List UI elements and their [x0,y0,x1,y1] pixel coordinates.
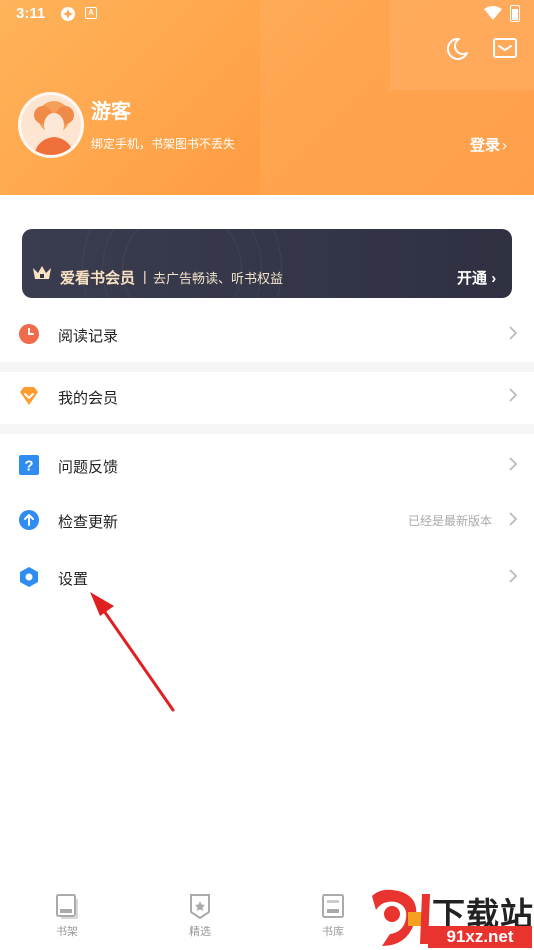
menu-item-label: 问题反馈 [58,459,119,476]
chevron-right-icon [509,388,518,402]
svg-text:?: ? [24,458,33,475]
menu-item-my-membership[interactable]: 我的会员 [0,372,534,422]
menu-item-label: 我的会员 [58,390,119,407]
menu-item-label: 设置 [58,571,89,588]
bookshelf-icon [56,894,78,919]
menu-item-feedback[interactable]: ? 问题反馈 [0,441,534,491]
chevron-right-icon [509,457,518,471]
vip-open-button[interactable]: 开通 › [457,267,496,288]
battery-icon [510,5,520,22]
profile-header [0,0,534,195]
menu-item-reading-history[interactable]: 阅读记录 [0,310,534,360]
app-badge-icon: A [85,7,97,19]
chevron-right-icon: › [491,270,497,287]
clock-icon [19,324,39,344]
menu-item-check-update[interactable]: 检查更新 已经是最新版本 [0,496,534,546]
login-label: 登录 [470,137,501,154]
tab-featured[interactable]: 精选 [165,892,235,950]
crown-icon [33,266,51,279]
vip-banner[interactable]: 爱看书会员 | 去广告畅读、听书权益 开通 › [22,229,512,298]
username: 游客 [91,101,131,123]
wifi-icon [484,6,502,20]
vip-separator: | [143,268,147,284]
vip-description: 去广告畅读、听书权益 [153,271,284,286]
chevron-right-icon [509,326,518,340]
status-bar: 3:11 A [0,0,534,28]
notification-icon [61,7,75,21]
avatar[interactable] [18,92,84,158]
chevron-right-icon [509,569,518,583]
settings-hexagon-icon [20,567,38,587]
tab-label: 书架 [56,926,78,938]
diamond-icon [20,387,38,405]
status-time: 3:11 [16,5,46,22]
tab-label: 书库 [322,926,344,938]
upload-icon [19,510,39,530]
menu-item-label: 阅读记录 [58,328,119,345]
chevron-right-icon: › [502,137,508,154]
mail-icon[interactable] [492,37,518,59]
banner-decoration [122,229,242,298]
tab-label: 精选 [189,926,211,938]
divider [0,424,534,434]
vip-open-label: 开通 [457,270,488,287]
bind-phone-hint[interactable]: 绑定手机，书架图书不丢失 [91,135,235,152]
watermark-url: 91xz.net [428,926,532,948]
menu-item-settings[interactable]: 设置 [0,553,534,603]
featured-icon [190,894,210,920]
library-icon [322,894,344,918]
question-icon: ? [19,455,39,475]
chevron-right-icon [509,512,518,526]
moon-icon[interactable] [444,36,470,62]
tab-bookshelf[interactable]: 书架 [32,892,102,950]
menu-item-label: 检查更新 [58,514,119,531]
vip-title: 爱看书会员 [60,270,136,287]
tab-library[interactable]: 书库 [298,892,368,950]
update-status: 已经是最新版本 [407,514,492,528]
login-button[interactable]: 登录 › [470,134,507,155]
divider [0,362,534,372]
